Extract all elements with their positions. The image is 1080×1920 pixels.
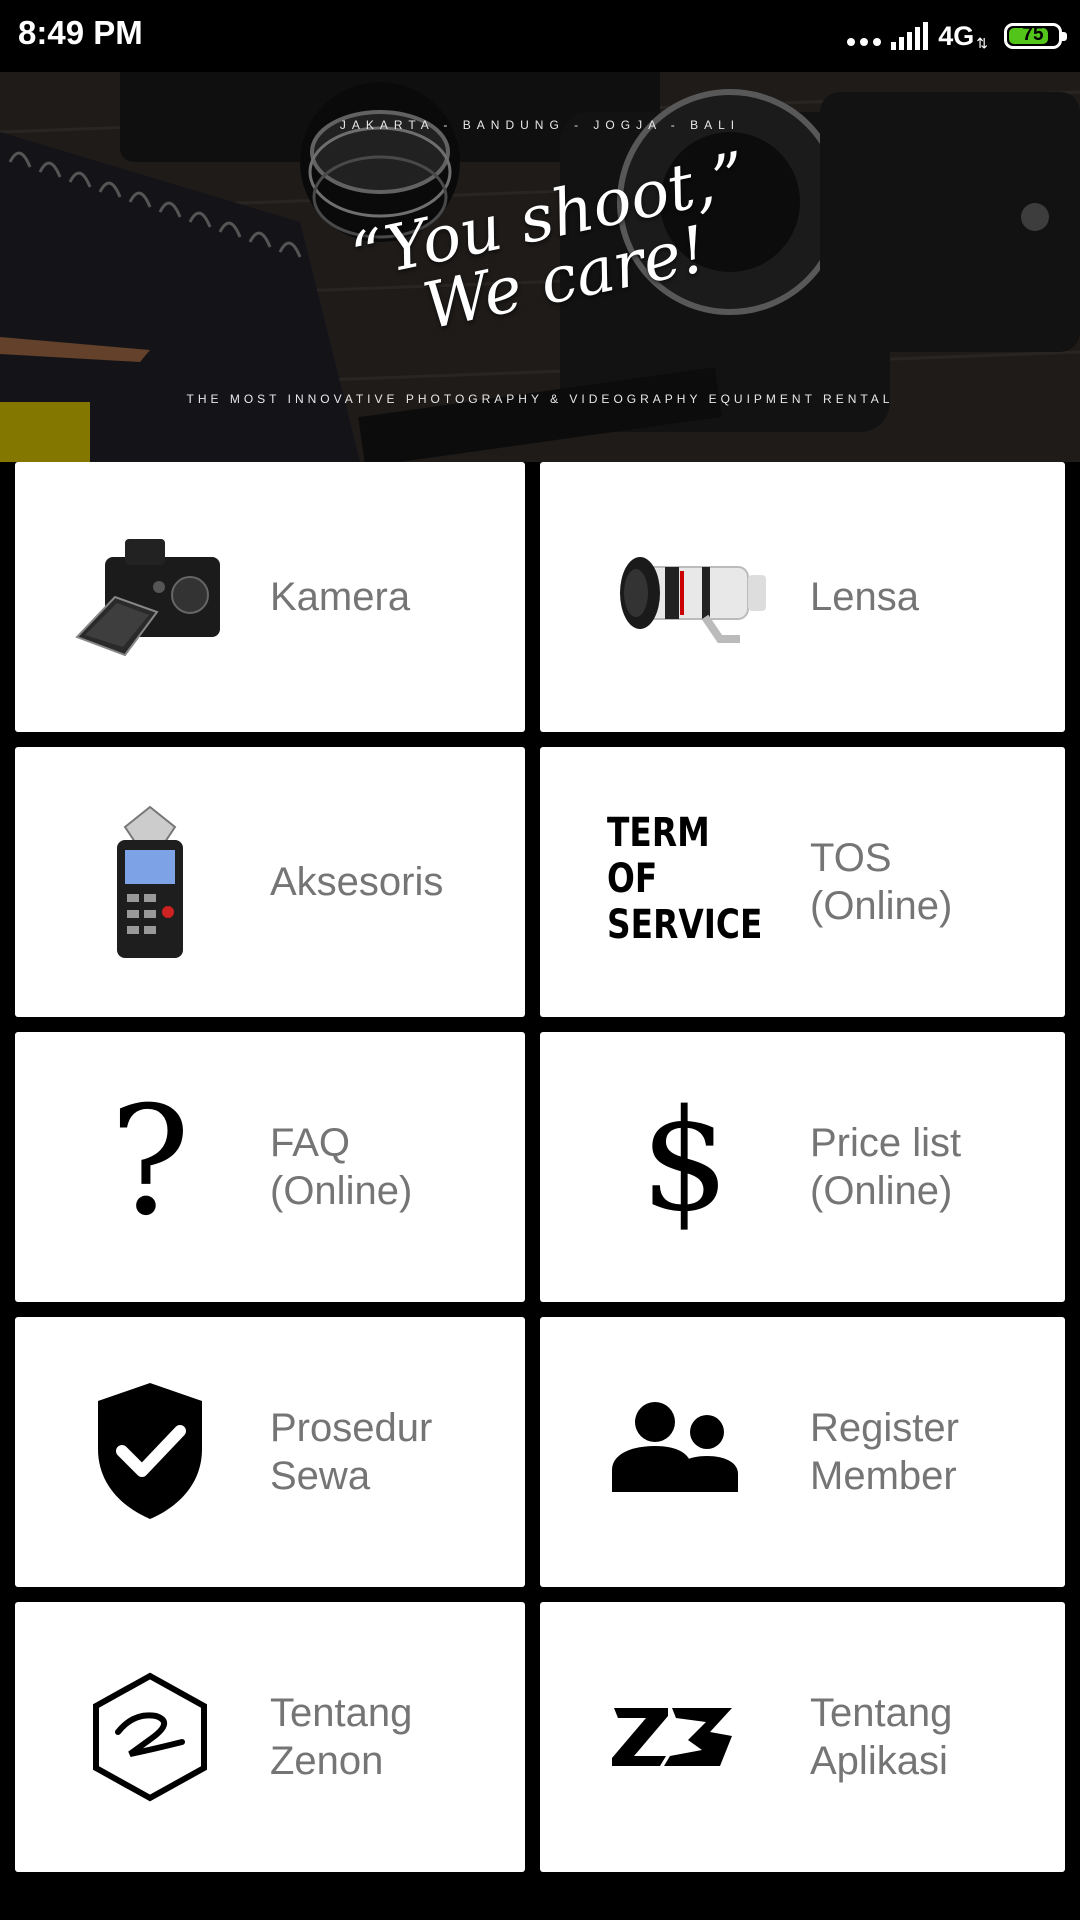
battery-level: 75: [1022, 24, 1044, 45]
status-time: 8:49 PM: [18, 14, 143, 51]
menu-card-zenon[interactable]: Tentang Zenon: [15, 1602, 525, 1872]
banner-cities: JAKARTA - BANDUNG - JOGJA - BALI: [339, 118, 741, 132]
banner-tagline: THE MOST INNOVATIVE PHOTOGRAPHY & VIDEOG…: [186, 392, 894, 406]
menu-card-register[interactable]: Register Member: [540, 1317, 1065, 1587]
signal-icon: [891, 22, 929, 50]
menu-card-tos[interactable]: TERM OF SERVICE TOS (Online): [540, 747, 1065, 1017]
shield-check-icon: [85, 1379, 215, 1524]
network-type: 4G: [938, 20, 975, 51]
faq-glyph: ?: [109, 1075, 191, 1249]
pricelist-glyph: $: [640, 1080, 730, 1243]
menu-label-faq: FAQ (Online): [270, 1121, 413, 1213]
question-mark-icon: ?: [75, 1087, 225, 1237]
menu-label-aksesoris: Aksesoris: [270, 860, 444, 904]
menu-card-aksesoris[interactable]: Aksesoris: [15, 747, 525, 1017]
menu-label-aplikasi: Tentang Aplikasi: [810, 1691, 953, 1783]
terms-of-service-text: TERM OF SERVICE: [607, 810, 763, 948]
menu-label-kamera: Kamera: [270, 575, 411, 619]
menu-card-kamera[interactable]: Kamera: [15, 462, 525, 732]
battery-icon: 75: [1004, 23, 1067, 49]
dollar-icon: $: [610, 1087, 760, 1237]
menu-card-prosedur[interactable]: Prosedur Sewa: [15, 1317, 525, 1587]
menu-label-prosedur: Prosedur Sewa: [270, 1406, 433, 1498]
menu-label-lensa: Lensa: [810, 575, 919, 619]
users-icon: [605, 1392, 745, 1502]
lens-icon: [610, 517, 770, 667]
camera-icon: [75, 517, 225, 667]
zenon-hexagon-logo-icon: [80, 1667, 220, 1807]
menu-label-tos: TOS (Online): [810, 836, 953, 928]
data-activity-icon: ⇅: [976, 34, 988, 51]
more-notifications-icon: [847, 26, 882, 46]
z3-logo-icon: [605, 1687, 740, 1787]
status-icons: 4G ⇅ 75: [847, 16, 1067, 56]
menu-label-pricelist: Price list (Online): [810, 1121, 962, 1213]
menu-label-zenon: Tentang Zenon: [270, 1691, 413, 1783]
menu-label-register: Register Member: [810, 1406, 959, 1498]
menu-card-faq[interactable]: ? FAQ (Online): [15, 1032, 525, 1302]
menu-card-pricelist[interactable]: $ Price list (Online): [540, 1032, 1065, 1302]
terms-of-service-icon: TERM OF SERVICE: [605, 810, 765, 948]
audio-recorder-icon: [75, 802, 225, 962]
hero-banner: JAKARTA - BANDUNG - JOGJA - BALI “You sh…: [0, 72, 1080, 462]
menu-card-aplikasi[interactable]: Tentang Aplikasi: [540, 1602, 1065, 1872]
menu-card-lensa[interactable]: Lensa: [540, 462, 1065, 732]
status-bar: 8:49 PM 4G ⇅ 75: [0, 0, 1080, 72]
